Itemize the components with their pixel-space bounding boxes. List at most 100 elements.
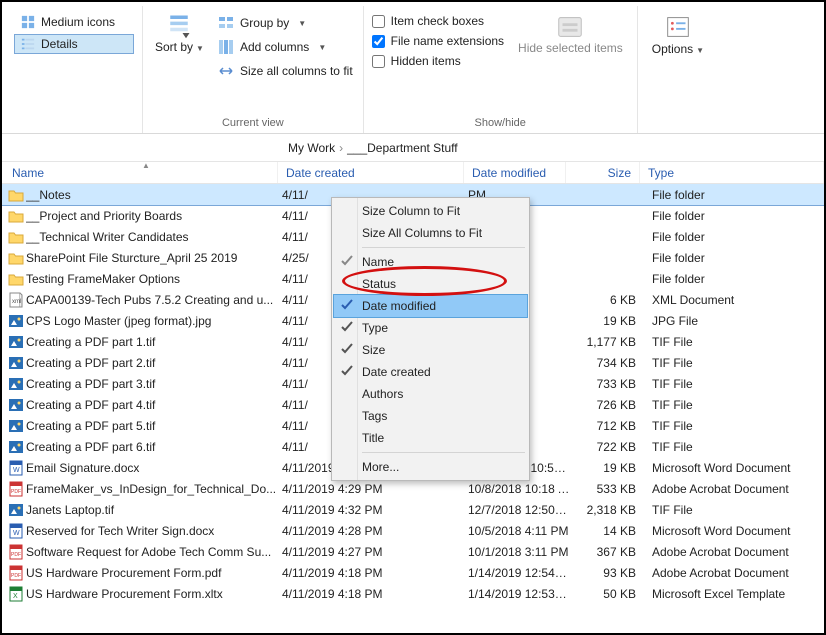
file-name: Creating a PDF part 5.tif (26, 419, 282, 433)
checkbox[interactable] (372, 15, 385, 28)
file-date-modified: 1/14/2019 12:54 PM (468, 566, 570, 580)
file-size: 50 KB (570, 587, 644, 601)
file-type-icon (6, 334, 26, 350)
menu-toggle-date-created[interactable]: Date created (334, 361, 527, 383)
menu-toggle-title[interactable]: Title (334, 427, 527, 449)
sort-by-label: Sort by (155, 40, 193, 54)
file-type-icon (6, 397, 26, 413)
file-date-created: 4/11/2019 4:29 PM (282, 482, 468, 496)
column-header-name[interactable]: Name (2, 162, 278, 183)
file-date-modified: 12/7/2018 12:50 PM (468, 503, 570, 517)
file-date-created: 4/11/2019 4:18 PM (282, 587, 468, 601)
file-name: __Project and Priority Boards (26, 209, 282, 223)
file-type-icon: W (6, 523, 26, 539)
size-all-columns-button[interactable]: Size all columns to fit (216, 62, 355, 80)
file-name: Janets Laptop.tif (26, 503, 282, 517)
file-type: Microsoft Excel Template (644, 587, 824, 601)
column-header-type[interactable]: Type (640, 162, 824, 183)
menu-toggle-status[interactable]: Status (334, 273, 527, 295)
file-row[interactable]: PDFSoftware Request for Adobe Tech Comm … (2, 541, 824, 562)
file-name: US Hardware Procurement Form.pdf (26, 566, 282, 580)
layout-details-label: Details (41, 37, 78, 51)
menu-size-all-columns-to-fit[interactable]: Size All Columns to Fit (334, 222, 527, 244)
layout-details[interactable]: Details (14, 34, 134, 54)
file-date-modified: 10/5/2018 4:11 PM (468, 524, 570, 538)
column-header-date-created[interactable]: Date created (278, 162, 464, 183)
file-size: 19 KB (570, 314, 644, 328)
checkbox[interactable] (372, 35, 385, 48)
file-type-icon (6, 502, 26, 518)
menu-separator (362, 452, 525, 453)
menu-size-column-to-fit[interactable]: Size Column to Fit (334, 200, 527, 222)
file-name-extensions-toggle[interactable]: File name extensions (372, 34, 504, 48)
file-type-icon (6, 313, 26, 329)
hidden-items-label: Hidden items (391, 54, 461, 68)
size-columns-icon (218, 63, 234, 79)
dropdown-caret-icon: ▼ (696, 46, 704, 55)
file-name: SharePoint File Sturcture_April 25 2019 (26, 251, 282, 265)
check-icon (340, 342, 354, 356)
file-name: __Technical Writer Candidates (26, 230, 282, 244)
file-type-icon: W (6, 460, 26, 476)
add-columns-label: Add columns (240, 40, 309, 54)
file-name: Reserved for Tech Writer Sign.docx (26, 524, 282, 538)
svg-text:xml: xml (12, 299, 21, 305)
file-date-created: 4/11/2019 4:18 PM (282, 566, 468, 580)
column-header-date-modified[interactable]: Date modified (464, 162, 566, 183)
item-check-boxes-label: Item check boxes (391, 14, 484, 28)
svg-text:W: W (13, 467, 20, 474)
file-row[interactable]: XUS Hardware Procurement Form.xltx4/11/2… (2, 583, 824, 604)
menu-toggle-date-modified[interactable]: Date modified (334, 295, 527, 317)
file-size: 6 KB (570, 293, 644, 307)
item-check-boxes-toggle[interactable]: Item check boxes (372, 14, 504, 28)
add-columns-button[interactable]: Add columns▼ (216, 38, 355, 56)
file-size: 726 KB (570, 398, 644, 412)
file-date-created: 4/11/2019 4:28 PM (282, 524, 468, 538)
menu-toggle-tags[interactable]: Tags (334, 405, 527, 427)
file-row[interactable]: PDFFrameMaker_vs_InDesign_for_Technical_… (2, 478, 824, 499)
file-type: File folder (644, 188, 824, 202)
file-type: TIF File (644, 335, 824, 349)
hidden-items-toggle[interactable]: Hidden items (372, 54, 504, 68)
file-type: TIF File (644, 398, 824, 412)
menu-toggle-type[interactable]: Type (334, 317, 527, 339)
menu-toggle-name[interactable]: Name (334, 251, 527, 273)
menu-toggle-size[interactable]: Size (334, 339, 527, 361)
group-by-button[interactable]: Group by▼ (216, 14, 355, 32)
breadcrumb-item[interactable]: ___Department Stuff (347, 141, 458, 155)
file-name: Creating a PDF part 4.tif (26, 398, 282, 412)
file-type-icon (6, 187, 26, 203)
chevron-right-icon: › (339, 141, 343, 155)
hide-selected-label: Hide selected items (518, 42, 623, 56)
breadcrumb-item[interactable]: My Work (288, 141, 335, 155)
menu-toggle-authors[interactable]: Authors (334, 383, 527, 405)
file-size: 1,177 KB (570, 335, 644, 349)
sort-by-button[interactable]: Sort by▼ (151, 6, 208, 54)
file-row[interactable]: Janets Laptop.tif4/11/2019 4:32 PM12/7/2… (2, 499, 824, 520)
ribbon: Medium icons Details Sort by▼ Group by▼ (2, 2, 824, 134)
file-type: File folder (644, 251, 824, 265)
breadcrumb[interactable]: My Work › ___Department Stuff (2, 134, 824, 162)
file-type: JPG File (644, 314, 824, 328)
menu-more[interactable]: More... (334, 456, 527, 478)
sort-ascending-icon: ▲ (142, 161, 150, 170)
file-date-modified: 1/14/2019 12:53 PM (468, 587, 570, 601)
layout-medium-icons[interactable]: Medium icons (14, 12, 134, 32)
file-row[interactable]: W Reserved for Tech Writer Sign.docx4/11/… (2, 520, 824, 541)
file-date-modified: 10/1/2018 3:11 PM (468, 545, 570, 559)
checkbox[interactable] (372, 55, 385, 68)
column-header-size[interactable]: Size (566, 162, 640, 183)
file-name: FrameMaker_vs_InDesign_for_Technical_Do.… (26, 482, 282, 496)
file-name: CAPA00139-Tech Pubs 7.5.2 Creating and u… (26, 293, 282, 307)
file-row[interactable]: PDFUS Hardware Procurement Form.pdf4/11/… (2, 562, 824, 583)
file-type: Adobe Acrobat Document (644, 545, 824, 559)
file-name: CPS Logo Master (jpeg format).jpg (26, 314, 282, 328)
file-type-icon (6, 250, 26, 266)
options-button[interactable]: Options▼ (646, 6, 710, 56)
hide-selected-button[interactable]: Hide selected items (512, 6, 629, 56)
svg-text:W: W (13, 530, 20, 537)
dropdown-caret-icon: ▼ (298, 19, 306, 28)
file-type-icon (6, 376, 26, 392)
file-date-created: 4/11/2019 4:32 PM (282, 503, 468, 517)
file-type: TIF File (644, 377, 824, 391)
